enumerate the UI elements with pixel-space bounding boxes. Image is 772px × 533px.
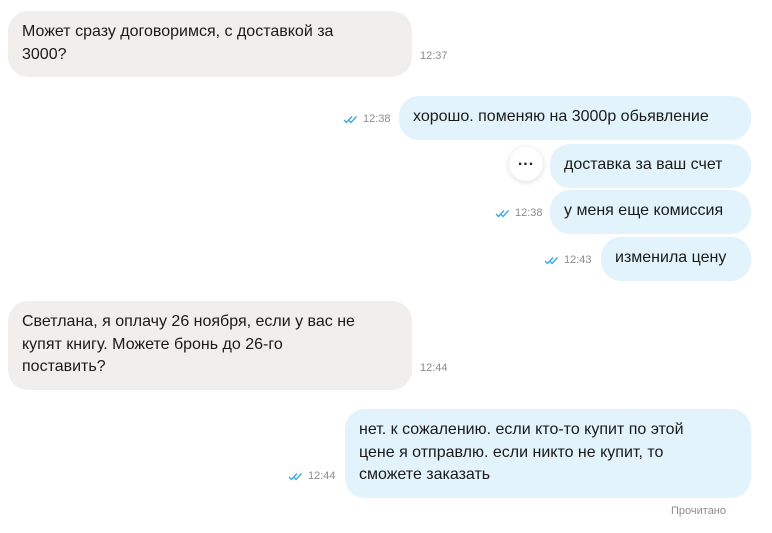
- double-check-icon: [544, 256, 559, 265]
- more-options-button[interactable]: ...: [509, 147, 543, 181]
- outgoing-message[interactable]: нет. к сожалению. если кто-то купит по э…: [345, 409, 751, 498]
- message-timestamp: 12:37: [420, 50, 448, 62]
- message-meta: 12:43: [544, 253, 592, 267]
- message-timestamp: 12:38: [363, 113, 391, 125]
- double-check-icon: [343, 115, 358, 124]
- outgoing-message[interactable]: доставка за ваш счет: [550, 144, 751, 188]
- message-meta: 12:44: [288, 469, 336, 483]
- double-check-icon: [495, 209, 510, 218]
- incoming-message[interactable]: Может сразу договоримся, с доставкой за …: [8, 11, 412, 77]
- message-text-line: купят книгу. Можете бронь до 26-го: [22, 335, 283, 353]
- read-status: Прочитано: [671, 505, 726, 517]
- message-meta: 12:38: [495, 206, 543, 220]
- message-text-line: нет. к сожалению. если кто-то купит по э…: [359, 421, 684, 438]
- message-text-line: доставка за ваш счет: [564, 156, 723, 173]
- incoming-message[interactable]: Светлана, я оплачу 26 ноября, если у вас…: [8, 301, 412, 390]
- message-text-line: 3000?: [22, 45, 67, 63]
- double-check-icon: [288, 472, 303, 481]
- message-text-line: цене я отправлю. если никто не купит, то: [359, 443, 664, 461]
- message-text-line: Светлана, я оплачу 26 ноября, если у вас…: [22, 313, 355, 330]
- message-meta: 12:38: [343, 112, 391, 126]
- message-timestamp: 12:44: [420, 362, 448, 374]
- message-timestamp: 12:44: [308, 470, 336, 482]
- message-text-line: у меня еще комиссия: [564, 202, 724, 219]
- message-text-line: Может сразу договоримся, с доставкой за: [22, 23, 334, 40]
- message-text-line: сможете заказать: [359, 466, 491, 483]
- message-timestamp: 12:43: [564, 254, 592, 266]
- message-text-line: поставить?: [22, 358, 106, 375]
- outgoing-message[interactable]: хорошо. поменяю на 3000р обьявление: [399, 96, 751, 140]
- message-timestamp: 12:38: [515, 207, 543, 219]
- outgoing-message[interactable]: изменила цену: [601, 237, 751, 281]
- more-horizontal-icon: ...: [517, 152, 535, 169]
- message-text-line: хорошо. поменяю на 3000р обьявление: [413, 108, 709, 125]
- message-text-line: изменила цену: [615, 249, 727, 266]
- outgoing-message[interactable]: у меня еще комиссия: [550, 190, 751, 234]
